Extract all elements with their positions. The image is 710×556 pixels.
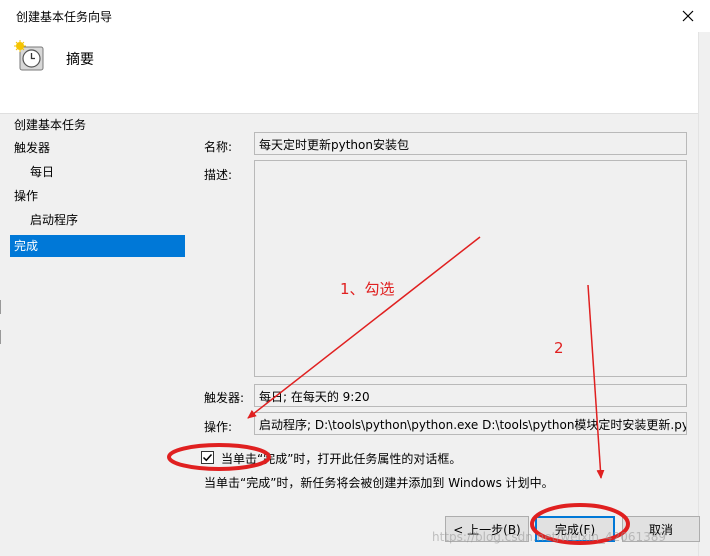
name-field[interactable]: 每天定时更新python安装包: [254, 132, 687, 155]
title-bar[interactable]: 创建基本任务向导: [0, 0, 710, 32]
vertical-scrollbar[interactable]: [698, 32, 710, 556]
annotation-step2-text: 2: [554, 339, 564, 357]
name-label: 名称:: [204, 140, 233, 154]
open-properties-checkbox-label[interactable]: 当单击“完成”时，打开此任务属性的对话框。: [221, 450, 461, 467]
nav-item-label: 操作: [14, 189, 39, 203]
watermark: https://blog.csdn.net/weixin_42061389: [432, 530, 667, 544]
close-button[interactable]: [666, 0, 710, 32]
task-wizard-window: 创建基本任务向导 摘要 创建基本任务 触发器 每日 操作 启动程序 完成 名称:…: [0, 0, 710, 556]
action-field[interactable]: 启动程序; D:\tools\python\python.exe D:\tool…: [254, 412, 687, 435]
action-label: 操作:: [204, 420, 233, 434]
background-window-edge: [0, 330, 4, 344]
finish-info-text: 当单击“完成”时，新任务将会被创建并添加到 Windows 计划中。: [204, 476, 554, 490]
task-scheduler-clock-icon: [14, 40, 44, 71]
background-window-edge: [0, 300, 4, 314]
page-title: 摘要: [66, 52, 94, 68]
nav-item-start-program[interactable]: 启动程序: [10, 209, 185, 231]
nav-item-create-basic-task[interactable]: 创建基本任务: [10, 114, 185, 136]
open-properties-checkbox[interactable]: [201, 451, 214, 464]
close-icon: [682, 10, 694, 22]
nav-item-label: 创建基本任务: [14, 118, 87, 132]
nav-item-label: 每日: [30, 165, 55, 179]
nav-item-label: 完成: [14, 239, 39, 253]
wizard-header: 摘要: [0, 32, 698, 114]
trigger-label: 触发器:: [204, 391, 245, 405]
nav-item-finish[interactable]: 完成: [10, 235, 185, 257]
nav-item-label: 启动程序: [30, 213, 79, 227]
checkmark-icon: [202, 453, 213, 462]
nav-item-action[interactable]: 操作: [10, 185, 185, 207]
nav-item-label: 触发器: [14, 141, 51, 155]
trigger-field[interactable]: 每日; 在每天的 9:20: [254, 384, 687, 407]
description-label: 描述:: [204, 168, 233, 182]
nav-item-daily[interactable]: 每日: [10, 161, 185, 183]
description-field[interactable]: [254, 160, 687, 377]
annotation-step1-text: 1、勾选: [340, 280, 395, 298]
window-title: 创建基本任务向导: [16, 10, 113, 24]
wizard-steps-nav: 创建基本任务 触发器 每日 操作 启动程序 完成: [10, 114, 186, 544]
nav-item-trigger[interactable]: 触发器: [10, 137, 185, 159]
